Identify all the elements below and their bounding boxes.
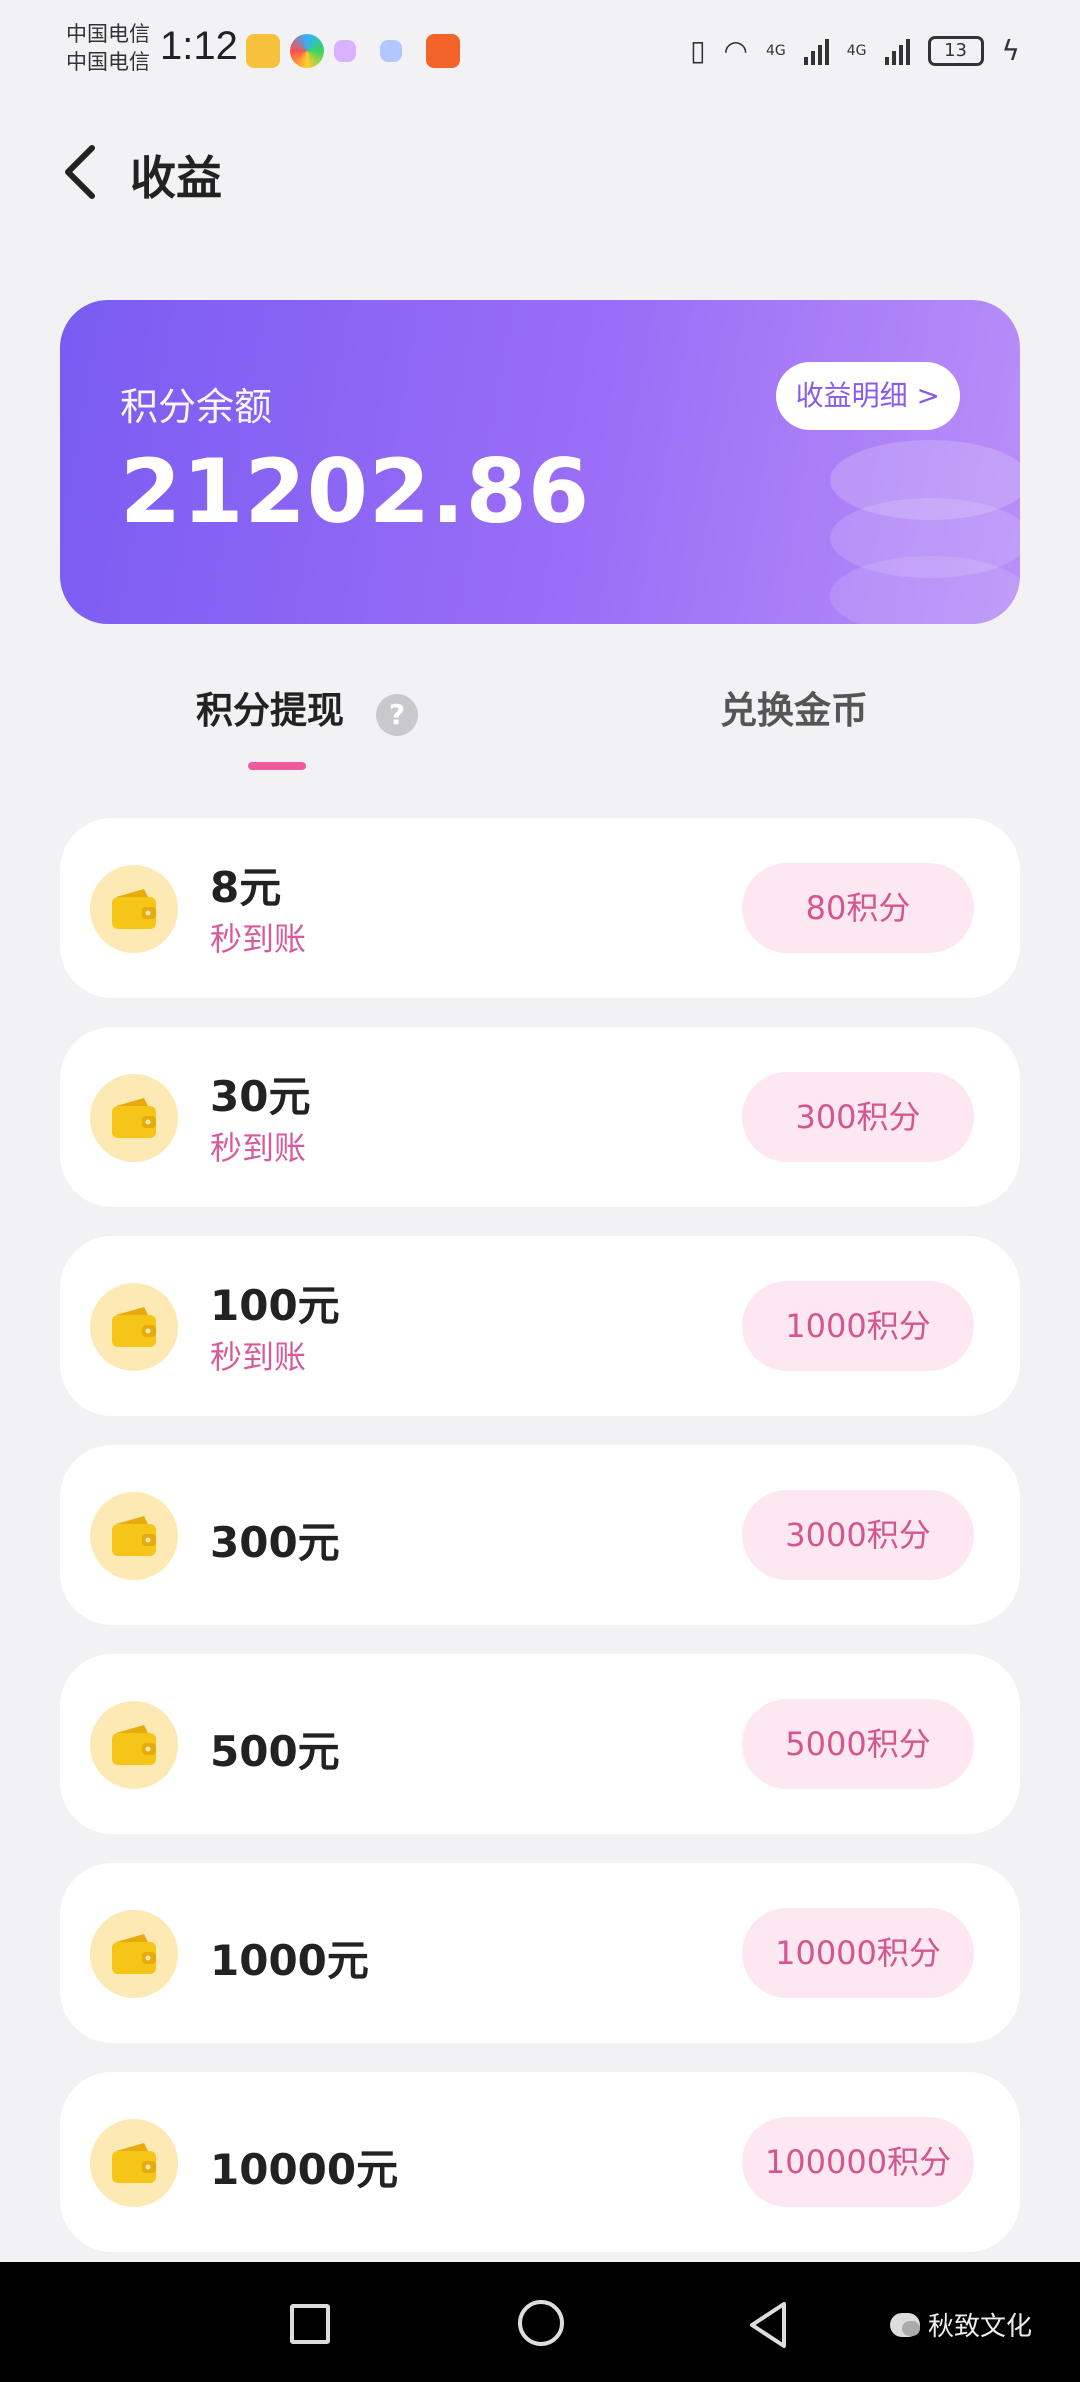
redeem-points-button[interactable]: 80积分	[742, 863, 974, 953]
list-item[interactable]: 300元 3000积分	[60, 1445, 1020, 1625]
network-label-1: 4G	[765, 42, 786, 59]
withdraw-option-list: 8元 秒到账 80积分 30元 秒到账 300积分 100元 秒到账 1000积…	[60, 818, 1020, 2281]
wallet-icon	[90, 1074, 178, 1162]
home-circle-icon[interactable]	[518, 2300, 564, 2346]
balance-label: 积分余额	[120, 385, 273, 429]
tab-withdraw[interactable]: 积分提现	[196, 680, 344, 734]
redeem-points-button[interactable]: 5000积分	[742, 1699, 974, 1789]
system-icons: ▯ ◠ 4G 4G 13 ϟ	[690, 34, 1020, 67]
network-label-2: 4G	[846, 42, 867, 59]
carrier-1: 中国电信	[66, 22, 150, 46]
list-item[interactable]: 10000元 100000积分	[60, 2072, 1020, 2252]
carrier-label: 中国电信 中国电信	[66, 20, 150, 76]
signal-icon-2	[884, 37, 910, 65]
balance-value: 21202.86	[120, 440, 591, 543]
chevron-left-icon[interactable]	[58, 144, 106, 200]
page-title: 收益	[130, 151, 222, 205]
list-item[interactable]: 30元 秒到账 300积分	[60, 1027, 1020, 1207]
charging-icon: ϟ	[1001, 34, 1020, 67]
wallet-icon	[90, 1283, 178, 1371]
option-instant-label: 秒到账	[210, 1338, 307, 1376]
option-amount: 30元	[210, 1072, 311, 1121]
image-app-icon	[334, 40, 356, 62]
redeem-points-button[interactable]: 10000积分	[742, 1908, 974, 1998]
carrier-2: 中国电信	[66, 50, 150, 74]
gallery-app-icon	[380, 40, 402, 62]
list-item[interactable]: 8元 秒到账 80积分	[60, 818, 1020, 998]
balance-card: 积分余额 21202.86 收益明细 >	[60, 300, 1020, 624]
option-amount: 1000元	[210, 1936, 369, 1985]
watermark-text: 秋致文化	[928, 2312, 1033, 2342]
coins-decoration-icon	[830, 440, 1020, 624]
orange-app-icon	[426, 34, 460, 68]
wallet-icon	[90, 2119, 178, 2207]
help-icon[interactable]: ?	[376, 694, 418, 736]
option-amount: 10000元	[210, 2145, 399, 2194]
option-amount: 300元	[210, 1518, 340, 1567]
redeem-points-button[interactable]: 1000积分	[742, 1281, 974, 1371]
option-amount: 8元	[210, 863, 282, 912]
wallet-icon	[90, 1492, 178, 1580]
system-nav-bar: 秋致文化	[0, 2262, 1080, 2382]
notification-icons	[246, 34, 460, 68]
redeem-points-button[interactable]: 3000积分	[742, 1490, 974, 1580]
tab-active-indicator	[248, 762, 306, 770]
tab-bar: 积分提现 ? 兑换金币	[0, 680, 1080, 780]
earnings-detail-button[interactable]: 收益明细 >	[775, 362, 960, 430]
watermark: 秋致文化	[890, 2306, 1032, 2343]
page-header: 收益	[0, 130, 1080, 210]
wallet-icon	[90, 865, 178, 953]
status-time: 1:12	[160, 24, 238, 68]
list-item[interactable]: 100元 秒到账 1000积分	[60, 1236, 1020, 1416]
vibrate-icon: ▯	[690, 34, 706, 67]
wifi-icon: ◠	[723, 34, 748, 67]
redeem-points-button[interactable]: 100000积分	[742, 2117, 974, 2207]
colorful-app-icon	[290, 34, 324, 68]
status-bar: 中国电信 中国电信 1:12 ▯ ◠ 4G 4G 13 ϟ	[0, 0, 1080, 100]
signal-icon	[803, 37, 829, 65]
list-item[interactable]: 1000元 10000积分	[60, 1863, 1020, 2043]
weibo-app-icon	[246, 34, 280, 68]
wallet-icon	[90, 1910, 178, 1998]
back-triangle-icon[interactable]	[746, 2300, 790, 2350]
wechat-icon	[890, 2312, 920, 2337]
option-amount: 500元	[210, 1727, 340, 1776]
tab-exchange[interactable]: 兑换金币	[720, 680, 868, 734]
battery-icon: 13	[927, 35, 984, 66]
list-item[interactable]: 500元 5000积分	[60, 1654, 1020, 1834]
option-instant-label: 秒到账	[210, 1129, 307, 1167]
recents-square-icon[interactable]	[290, 2304, 330, 2344]
wallet-icon	[90, 1701, 178, 1789]
option-amount: 100元	[210, 1281, 340, 1330]
option-instant-label: 秒到账	[210, 920, 307, 958]
redeem-points-button[interactable]: 300积分	[742, 1072, 974, 1162]
